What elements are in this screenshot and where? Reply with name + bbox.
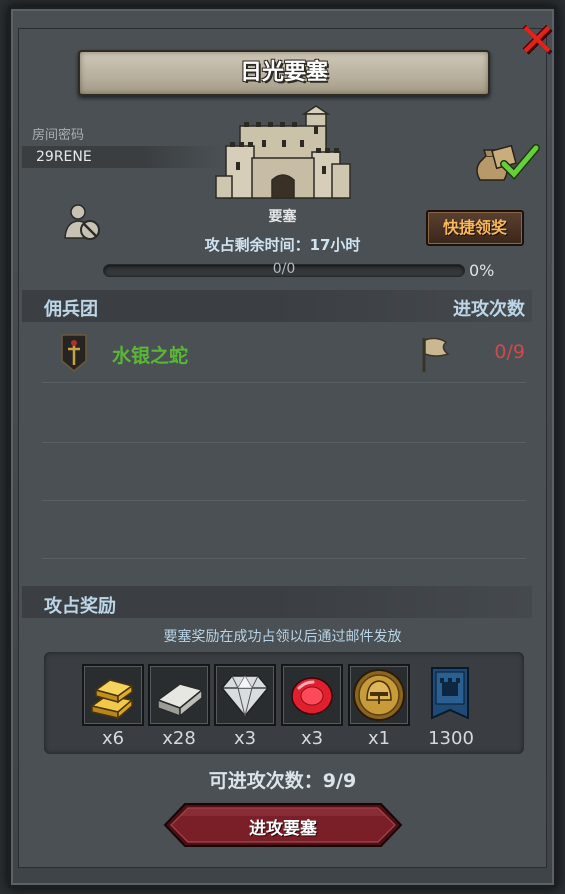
reward-item-banner[interactable] [426,664,474,726]
reward-qty: x1 [367,728,391,749]
row-divider [42,500,526,501]
reward-qty: x28 [162,728,196,749]
helmet-medal-icon [353,669,405,721]
gold-bar-icon [90,679,134,720]
progress-percent: 0% [469,261,495,280]
mercenary-header-label: 佣兵团 [44,299,98,320]
room-code-label: 房间密码 [32,128,85,143]
rewards-note: 要塞奖励在成功占领以后通过邮件发放 [163,629,402,645]
row-divider [42,558,526,559]
close-button[interactable]: ✕ [515,17,559,64]
diamond-icon [221,675,269,718]
reward-qty: 1300 [428,728,474,749]
attacks-remaining: 可进攻次数：9/9 [208,770,357,792]
close-icon: ✕ [517,13,557,67]
occupation-timer: 攻占剩余时间：17小时 [204,236,361,254]
guild-shield-icon [61,334,87,372]
silver-bar-icon [156,683,204,718]
row-divider [42,382,526,383]
row-divider [42,442,526,443]
claimed-bag-icon[interactable] [472,140,542,184]
reward-item-gold[interactable] [82,664,144,726]
mercenary-name[interactable]: 水银之蛇 [112,341,188,368]
room-code-value: 29RENE [36,149,92,165]
progress-count: 0/0 [272,261,296,277]
attack-count-header-label: 进攻次数 [453,299,525,320]
reward-qty: x6 [101,728,125,749]
attack-fortress-button[interactable]: 进攻要塞 [163,802,403,848]
attack-flag-icon [422,337,450,372]
dialog-title: 日光要塞 [239,60,328,85]
fortress-castle-icon [215,105,351,199]
mercenary-attack-count: 0/9 [494,341,525,363]
reward-qty: x3 [300,728,324,749]
reward-item-diamond[interactable] [214,664,276,726]
ruby-icon [291,677,333,715]
title-banner: 日光要塞 [78,50,490,96]
reward-item-medal[interactable] [348,664,410,726]
reward-item-silver[interactable] [148,664,210,726]
attack-button-label: 进攻要塞 [249,819,317,839]
rewards-header-label: 攻占奖励 [44,596,116,617]
reward-item-ruby[interactable] [281,664,343,726]
reward-qty: x3 [233,728,257,749]
guild-banner-icon [431,667,469,720]
